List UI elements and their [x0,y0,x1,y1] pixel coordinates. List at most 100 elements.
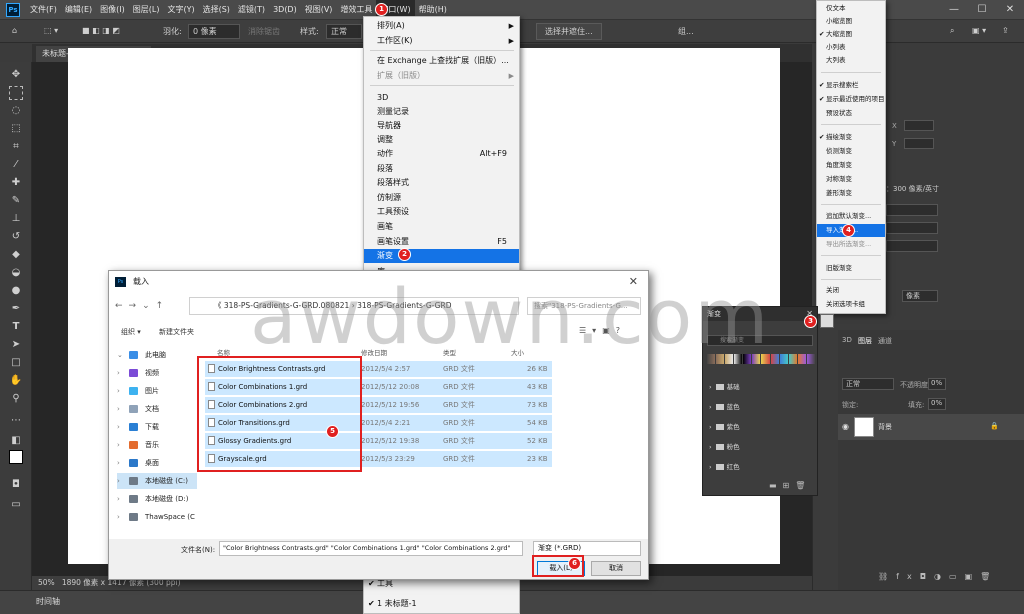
gradient-group-basic[interactable]: › 基础 [709,381,740,391]
menu-brushes[interactable]: 画笔 [364,220,519,234]
menu-open-document[interactable]: ✔ 1 未标题-1 [364,597,519,611]
eyedropper-icon[interactable]: ⁄ [9,158,23,172]
gradient-group-blue[interactable]: › 蓝色 [709,401,740,411]
style-select[interactable]: 正常 [326,24,362,39]
gradient-swatch[interactable] [788,354,797,364]
menu-file[interactable]: 文件(F) [26,0,61,20]
gradient-swatch[interactable] [806,354,815,364]
flyout-legacy[interactable]: 旧版渐变 [817,262,885,275]
filetype-select[interactable]: 渐变 (*.GRD) [533,541,641,556]
layer-footer-icons[interactable]: ⛓fx◘◑▭▣🗑 [878,572,998,581]
opacity-input[interactable]: 0% [928,378,946,390]
screen-mode-icon[interactable]: ▭ [9,498,23,512]
marquee-tool-icon[interactable] [9,86,23,100]
menu-layer[interactable]: 图层(L) [129,0,164,20]
new-folder-button[interactable]: 新建文件夹 [159,327,194,337]
flyout-reflected[interactable]: 对称渐变 [817,173,885,186]
home-icon[interactable]: ⌂ [12,26,17,35]
menu-paragraph[interactable]: 段落 [364,162,519,176]
close-icon[interactable]: ✕ [996,0,1024,20]
quick-mask-icon[interactable]: ◘ [9,478,23,492]
rectangle-tool-icon[interactable]: □ [9,356,23,370]
menu-gradients[interactable]: 渐变 [364,249,519,263]
flyout-show-recent[interactable]: ✔ 显示最近使用的项目 [817,93,885,106]
menu-edit[interactable]: 编辑(E) [61,0,96,20]
menu-image[interactable]: 图像(I) [96,0,129,20]
menu-paragraph-styles[interactable]: 段落样式 [364,176,519,190]
nav-arrows[interactable]: ←→⌄↑ [115,301,169,311]
zoom-level[interactable]: 50% [38,578,55,587]
object-select-icon[interactable]: ⬚ [9,122,23,136]
nav-pictures[interactable]: › 图片 [117,383,197,399]
nav-desktop[interactable]: › 桌面 [117,455,197,471]
search-icon[interactable]: ⌕ [950,26,954,36]
gradient-footer-icons[interactable]: ▬⊞🗑 [769,481,811,490]
crop-tool-icon[interactable]: ⌗ [9,140,23,154]
flyout-preset-status[interactable]: 预设状态 [817,107,885,120]
prop-select-2[interactable] [886,222,938,234]
tab-layers[interactable]: 图层 [858,336,872,346]
move-tool-icon[interactable]: ✥ [9,68,23,82]
prop-select-3[interactable] [886,240,938,252]
flyout-angle[interactable]: 角度渐变 [817,159,885,172]
tab-3d[interactable]: 3D [842,336,852,344]
flyout-radial[interactable]: 侦测渐变 [817,145,885,158]
tab-channels[interactable]: 通道 [878,336,892,346]
nav-this-pc[interactable]: ⌄ 此电脑 [117,347,197,363]
flyout-large-thumb[interactable]: ✔ 大缩览图 [817,28,885,41]
flyout-export-gradients[interactable]: 导出所选渐变... [817,238,885,251]
healing-brush-icon[interactable]: ✚ [9,176,23,190]
nav-documents[interactable]: › 文档 [117,401,197,417]
menu-extensions[interactable]: 扩展（旧版） ▶ [364,69,519,83]
nav-thawspace[interactable]: › ThawSpace (C [117,509,197,525]
menu-workspace[interactable]: 工作区(K) ▶ [364,34,519,48]
prop-x-input[interactable] [904,120,934,131]
organize-button[interactable]: 组织 ▾ [121,327,141,337]
more-tools-icon[interactable]: ⋯ [9,414,23,428]
lasso-tool-icon[interactable]: ◌ [9,104,23,118]
pen-tool-icon[interactable]: ✒ [9,302,23,316]
prop-select-1[interactable] [886,204,938,216]
nav-downloads[interactable]: › 下载 [117,419,197,435]
menu-select[interactable]: 选择(S) [199,0,234,20]
flyout-small-list[interactable]: 小列表 [817,41,885,54]
timeline-label[interactable]: 时间轴 [36,597,60,606]
menu-clone-source[interactable]: 仿制源 [364,191,519,205]
type-tool-icon[interactable]: T [9,320,23,334]
menu-filter[interactable]: 滤镜(T) [234,0,269,20]
gradient-group-red[interactable]: › 红色 [709,461,740,471]
flyout-large-list[interactable]: 大列表 [817,54,885,67]
share-icon[interactable]: ⇪ [1002,26,1009,35]
prop-y-input[interactable] [904,138,934,149]
flyout-text-only[interactable]: 仅文本 [817,2,885,15]
workspace-icon[interactable]: ▣ ▾ [972,26,986,35]
menu-adjustments[interactable]: 调整 [364,133,519,147]
menu-brush-settings[interactable]: 画笔设置 F5 [364,235,519,249]
menu-measurement-log[interactable]: 测量记录 [364,105,519,119]
flyout-close-tab-group[interactable]: 关闭选项卡组 [817,298,885,311]
brush-tool-icon[interactable]: ✎ [9,194,23,208]
zoom-tool-icon[interactable]: ⚲ [9,392,23,406]
eye-icon[interactable]: ◉ [842,422,849,431]
minimize-icon[interactable]: — [940,0,968,20]
blend-mode-select[interactable]: 正常 [842,378,894,390]
history-brush-icon[interactable]: ↺ [9,230,23,244]
antialias-checkbox[interactable]: 消除锯齿 [248,26,280,37]
fill-input[interactable]: 0% [928,398,946,410]
dodge-tool-icon[interactable]: ● [9,284,23,298]
flyout-close[interactable]: 关闭 [817,284,885,297]
menu-navigator[interactable]: 导航器 [364,119,519,133]
menu-exchange[interactable]: 在 Exchange 上查找扩展（旧版）... [364,54,519,68]
nav-videos[interactable]: › 视频 [117,365,197,381]
stamp-tool-icon[interactable]: ⊥ [9,212,23,226]
menu-arrange[interactable]: 排列(A) ▶ [364,19,519,33]
layer-row[interactable]: ◉ 背景 🔒 [838,414,1024,440]
menu-view[interactable]: 视图(V) [301,0,337,20]
menu-actions[interactable]: 动作 Alt+F9 [364,147,519,161]
gradient-group-pink[interactable]: › 粉色 [709,441,740,451]
nav-drive-c[interactable]: › 本地磁盘 (C:) [117,473,197,489]
menu-type[interactable]: 文字(Y) [163,0,198,20]
gradient-group-purple[interactable]: › 紫色 [709,421,740,431]
selection-mode-icons[interactable]: ■ ◧ ◨ ◩ [82,26,120,35]
eraser-icon[interactable]: ◆ [9,248,23,262]
